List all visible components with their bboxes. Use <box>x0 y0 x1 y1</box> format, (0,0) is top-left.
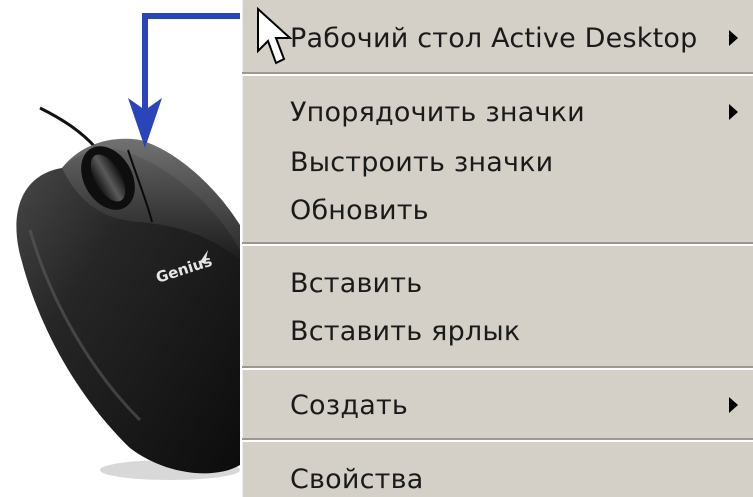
menu-item-properties[interactable]: Свойства <box>242 455 753 497</box>
menu-item-label: Выстроить значки <box>290 146 554 178</box>
menu-item-paste-shortcut[interactable]: Вставить ярлык <box>242 307 753 355</box>
menu-item-active-desktop[interactable]: Рабочий стол Active Desktop <box>242 14 753 62</box>
menu-item-label: Обновить <box>290 194 429 226</box>
mouse-pointer-cursor-icon <box>257 7 293 65</box>
menu-item-label: Свойства <box>290 463 424 495</box>
menu-item-label: Вставить <box>290 267 423 299</box>
menu-item-label: Рабочий стол Active Desktop <box>290 22 698 54</box>
menu-separator <box>242 242 753 246</box>
menu-item-label: Упорядочить значки <box>290 96 585 128</box>
submenu-arrow-icon <box>729 104 738 120</box>
menu-item-line-up-icons[interactable]: Выстроить значки <box>242 138 753 186</box>
menu-separator <box>242 366 753 370</box>
submenu-arrow-icon <box>729 397 738 413</box>
submenu-arrow-icon <box>729 30 738 46</box>
menu-item-paste[interactable]: Вставить <box>242 259 753 307</box>
screenshot-stage: Genius Рабочий стол Active Desktop Упоря… <box>0 0 753 497</box>
desktop-context-menu: Рабочий стол Active Desktop Упорядочить … <box>240 0 753 497</box>
menu-item-label: Вставить ярлык <box>290 315 521 347</box>
menu-item-label: Создать <box>290 389 408 421</box>
menu-item-new[interactable]: Создать <box>242 381 753 429</box>
menu-separator <box>242 72 753 76</box>
menu-item-arrange-icons[interactable]: Упорядочить значки <box>242 88 753 136</box>
menu-separator <box>242 438 753 442</box>
menu-item-refresh[interactable]: Обновить <box>242 186 753 234</box>
